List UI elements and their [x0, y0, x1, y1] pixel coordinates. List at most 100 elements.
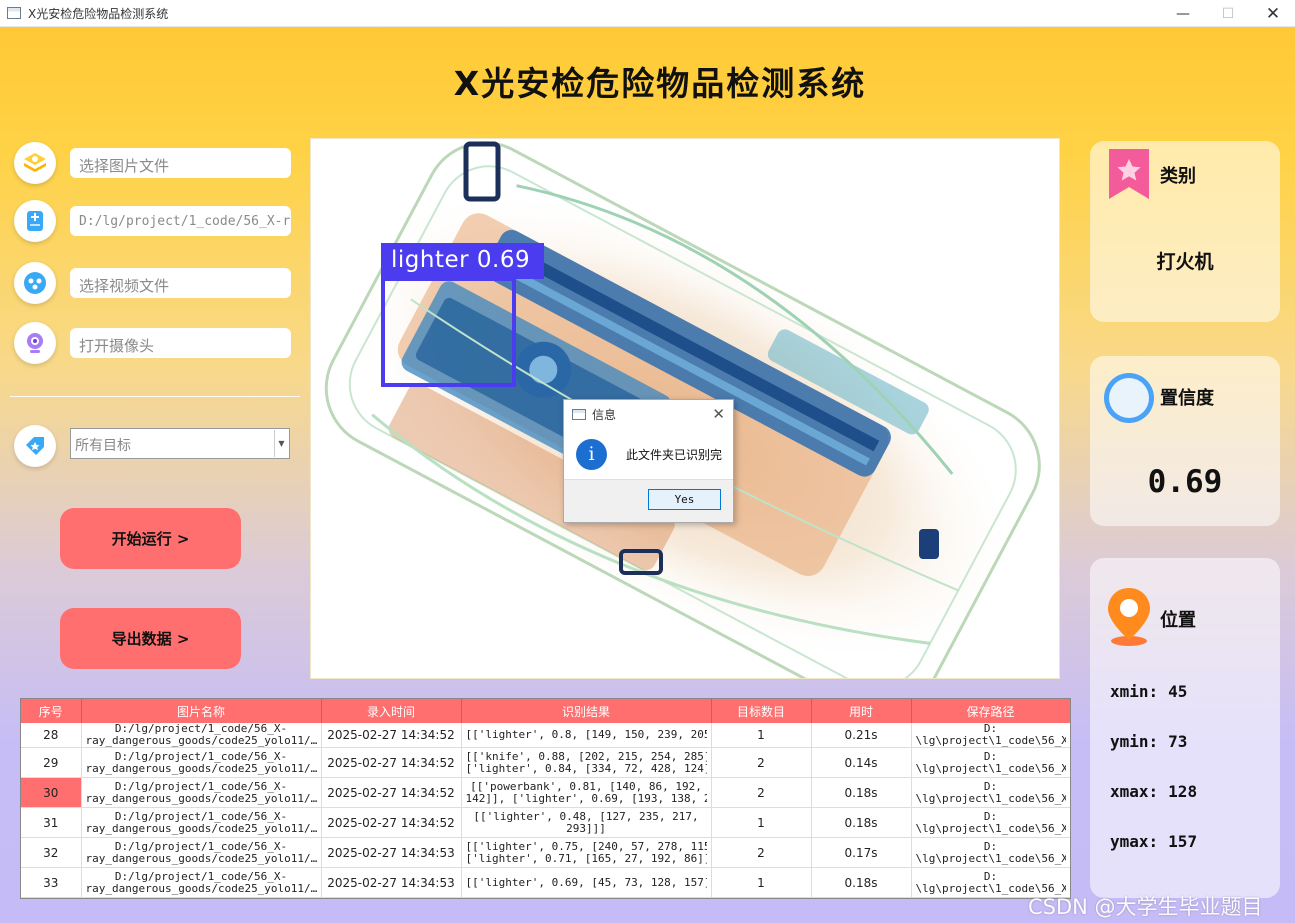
- cell-text: [['lighter', 0.48, [127, 235, 217,: [473, 810, 699, 823]
- results-table[interactable]: 序号 图片名称 录入时间 识别结果 目标数目 用时 保存路径 28 D:/lg/p…: [20, 698, 1071, 899]
- table-row[interactable]: 31 D:/lg/project/1_code/56_X-ray_dangerou…: [21, 807, 1070, 838]
- target-select[interactable]: 所有目标 ▼: [70, 428, 290, 459]
- camera-input[interactable]: 打开摄像头: [70, 328, 291, 358]
- table-cell[interactable]: D:/lg/project/1_code/56_X-ray_dangerous_…: [81, 867, 322, 898]
- xmin-row: xmin: 45: [1110, 682, 1187, 701]
- table-cell[interactable]: D: \lg\project\1_code\56_X…: [911, 747, 1070, 778]
- column-header[interactable]: 序号: [21, 699, 82, 723]
- table-cell[interactable]: 1: [711, 867, 812, 898]
- table-cell[interactable]: D:/lg/project/1_code/56_X-ray_dangerous_…: [81, 837, 322, 868]
- table-cell[interactable]: 0.14s: [811, 747, 912, 778]
- table-cell[interactable]: 1: [711, 807, 812, 838]
- table-cell[interactable]: 29: [21, 747, 82, 778]
- column-header[interactable]: 录入时间: [321, 699, 462, 723]
- table-row[interactable]: 32 D:/lg/project/1_code/56_X-ray_dangerou…: [21, 837, 1070, 868]
- info-icon: i: [576, 438, 607, 470]
- folder-icon[interactable]: [14, 200, 56, 242]
- table-cell[interactable]: 2: [711, 747, 812, 778]
- table-cell[interactable]: [['lighter', 0.75, [240, 57, 278, 115]],…: [461, 837, 712, 868]
- table-row[interactable]: 29 D:/lg/project/1_code/56_X-ray_dangerou…: [21, 747, 1070, 778]
- table-cell[interactable]: D: \lg\project\1_code\56_X…: [911, 723, 1070, 748]
- table-cell[interactable]: D:/lg/project/1_code/56_X-ray_dangerous_…: [81, 747, 322, 778]
- table-cell[interactable]: 2025-02-27 14:34:52: [321, 747, 462, 778]
- close-window-button[interactable]: ✕: [1250, 0, 1295, 27]
- cell-text: ['lighter', 0.71, [165, 27, 192, 86]]]: [465, 852, 707, 865]
- cell-text: 2025-02-27 14:34:52: [327, 756, 455, 769]
- window-titlebar: X光安检危险物品检测系统 — ☐ ✕: [0, 0, 1295, 27]
- table-cell[interactable]: D: \lg\project\1_code\56_X…: [911, 837, 1070, 868]
- table-row[interactable]: 33 D:/lg/project/1_code/56_X-ray_dangerou…: [21, 867, 1070, 898]
- table-cell[interactable]: 2025-02-27 14:34:52: [321, 723, 462, 748]
- cell-text: D:: [983, 723, 998, 735]
- table-cell[interactable]: D: \lg\project\1_code\56_X…: [911, 777, 1070, 808]
- minimize-button[interactable]: —: [1160, 0, 1206, 27]
- cell-text: 142]], ['lighter', 0.69, [193, 138, 21…: [465, 792, 707, 805]
- export-button[interactable]: 导出数据 >: [60, 608, 241, 669]
- column-header[interactable]: 用时: [811, 699, 912, 723]
- column-header[interactable]: 目标数目: [711, 699, 812, 723]
- table-cell[interactable]: 32: [21, 837, 82, 868]
- watermark: CSDN @大学生毕业题目: [1028, 895, 1263, 919]
- table-cell[interactable]: 30: [21, 777, 82, 808]
- column-header[interactable]: 保存路径: [911, 699, 1070, 723]
- cell-text: 33: [43, 876, 59, 889]
- column-header[interactable]: 图片名称: [81, 699, 322, 723]
- table-cell[interactable]: 2025-02-27 14:34:52: [321, 807, 462, 838]
- table-cell[interactable]: D: \lg\project\1_code\56_X…: [911, 807, 1070, 838]
- cell-text: \lg\project\1_code\56_X…: [915, 822, 1066, 835]
- table-cell[interactable]: [['lighter', 0.8, [149, 150, 239, 205]]]: [461, 723, 712, 748]
- table-cell[interactable]: 1: [711, 723, 812, 748]
- table-cell[interactable]: [['knife', 0.88, [202, 215, 254, 285]],[…: [461, 747, 712, 778]
- table-cell[interactable]: 0.18s: [811, 777, 912, 808]
- table-cell[interactable]: [['lighter', 0.69, [45, 73, 128, 157]]]: [461, 867, 712, 898]
- yes-button[interactable]: Yes: [648, 489, 721, 510]
- app-title: X光安检危险物品检测系统: [453, 64, 867, 103]
- cell-text: ray_dangerous_goods/code25_yolo11/…: [85, 735, 317, 747]
- table-cell[interactable]: 0.21s: [811, 723, 912, 748]
- table-cell[interactable]: 2025-02-27 14:34:52: [321, 777, 462, 808]
- table-cell[interactable]: 0.17s: [811, 837, 912, 868]
- chevron-down-icon[interactable]: ▼: [274, 430, 288, 457]
- cell-text: \lg\project\1_code\56_X…: [915, 852, 1066, 865]
- video-file-input[interactable]: 选择视频文件: [70, 268, 291, 298]
- table-cell[interactable]: D:/lg/project/1_code/56_X-ray_dangerous_…: [81, 723, 322, 748]
- table-cell[interactable]: 0.18s: [811, 807, 912, 838]
- start-button[interactable]: 开始运行 >: [60, 508, 241, 569]
- ymin-row: ymin: 73: [1110, 732, 1187, 751]
- dialog-close-icon[interactable]: ✕: [712, 405, 725, 423]
- folder-path-input[interactable]: D:/lg/project/1_code/56_X-r: [70, 206, 291, 236]
- cell-text: \lg\project\1_code\56_X…: [915, 762, 1066, 775]
- table-cell[interactable]: D:/lg/project/1_code/56_X-ray_dangerous_…: [81, 807, 322, 838]
- table-cell[interactable]: 2025-02-27 14:34:53: [321, 867, 462, 898]
- image-file-input[interactable]: 选择图片文件: [70, 148, 291, 178]
- cell-text: ray_dangerous_goods/code25_yolo11/…: [85, 792, 317, 805]
- image-icon[interactable]: [14, 142, 56, 184]
- table-cell[interactable]: 2: [711, 777, 812, 808]
- location-pin-icon: [1108, 588, 1150, 646]
- table-cell[interactable]: [['lighter', 0.48, [127, 235, 217, 293]]]: [461, 807, 712, 838]
- camera-icon[interactable]: [14, 322, 56, 364]
- maximize-button[interactable]: ☐: [1205, 0, 1251, 27]
- cell-text: 0.17s: [844, 846, 878, 859]
- cell-text: 2025-02-27 14:34:53: [327, 846, 455, 859]
- table-cell[interactable]: D:/lg/project/1_code/56_X-ray_dangerous_…: [81, 777, 322, 808]
- xmax-value: 128: [1168, 782, 1198, 801]
- table-cell[interactable]: 33: [21, 867, 82, 898]
- table-cell[interactable]: 0.18s: [811, 867, 912, 898]
- table-row[interactable]: 30 D:/lg/project/1_code/56_X-ray_dangerou…: [21, 777, 1070, 808]
- cell-text: 0.21s: [844, 729, 878, 741]
- table-row[interactable]: 28 D:/lg/project/1_code/56_X-ray_dangerou…: [21, 723, 1070, 748]
- cell-text: D:/lg/project/1_code/56_X-: [114, 810, 288, 823]
- table-cell[interactable]: 28: [21, 723, 82, 748]
- video-icon[interactable]: [14, 262, 56, 304]
- cell-text: D:: [983, 750, 998, 763]
- dialog-window-icon: [572, 409, 586, 420]
- table-cell[interactable]: 2025-02-27 14:34:53: [321, 837, 462, 868]
- table-cell[interactable]: 31: [21, 807, 82, 838]
- table-cell[interactable]: 2: [711, 837, 812, 868]
- cell-text: 29: [43, 756, 59, 769]
- table-cell[interactable]: [['powerbank', 0.81, [140, 86, 192, 142]]…: [461, 777, 712, 808]
- left-divider: [10, 396, 300, 397]
- column-header[interactable]: 识别结果: [461, 699, 712, 723]
- xmax-label: xmax:: [1110, 782, 1159, 801]
